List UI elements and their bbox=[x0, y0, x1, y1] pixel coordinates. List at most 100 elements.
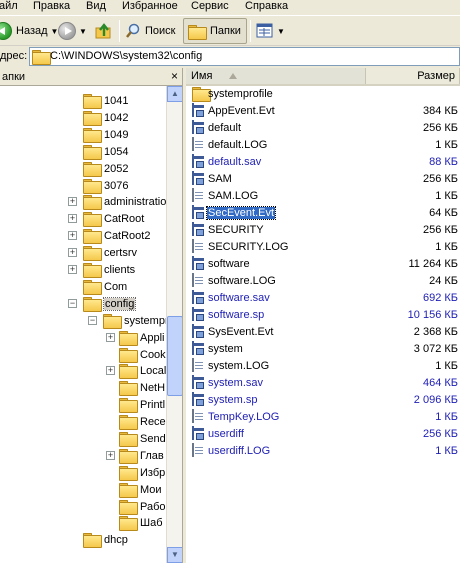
file-row[interactable]: userdiff 256 КБ bbox=[186, 426, 460, 443]
menu-file[interactable]: айл bbox=[0, 0, 18, 14]
file-row[interactable]: default.LOG 1 КБ bbox=[186, 137, 460, 154]
file-row[interactable]: SECURITY 256 КБ bbox=[186, 222, 460, 239]
folder-tree-item[interactable]: Com bbox=[83, 278, 127, 295]
file-row[interactable]: system.LOG 1 КБ bbox=[186, 358, 460, 375]
folder-tree-item[interactable]: Избр bbox=[119, 464, 165, 481]
chevron-down-icon[interactable]: ▼ bbox=[277, 27, 285, 36]
address-label: дрес: bbox=[0, 50, 28, 62]
document-icon bbox=[192, 188, 194, 202]
file-row[interactable]: default.sav 88 КБ bbox=[186, 154, 460, 171]
file-row[interactable]: software 11 264 КБ bbox=[186, 256, 460, 273]
file-row[interactable]: systemprofile bbox=[186, 86, 460, 103]
vertical-scrollbar[interactable]: ▲ ▼ bbox=[166, 86, 183, 563]
scrollbar-thumb[interactable] bbox=[167, 316, 183, 396]
expand-icon[interactable]: + bbox=[68, 231, 77, 240]
file-row[interactable]: default 256 КБ bbox=[186, 120, 460, 137]
folder-tree-item[interactable]: Send bbox=[119, 430, 166, 447]
folder-tree-item[interactable]: Глав bbox=[119, 447, 164, 464]
expand-icon[interactable]: + bbox=[68, 197, 77, 206]
folder-tree-item-label: clients bbox=[104, 263, 136, 276]
folder-tree-item[interactable]: NetH bbox=[119, 379, 165, 396]
file-row[interactable]: system 3 072 КБ bbox=[186, 341, 460, 358]
folder-tree-item[interactable]: 1049 bbox=[83, 126, 128, 143]
file-size: 692 КБ bbox=[422, 292, 458, 304]
folder-tree-item[interactable]: Cook bbox=[119, 346, 166, 363]
menu-tools[interactable]: Сервис bbox=[191, 0, 229, 14]
close-icon[interactable]: × bbox=[171, 70, 178, 82]
collapse-icon[interactable]: − bbox=[68, 299, 77, 308]
document-icon bbox=[192, 137, 194, 151]
folder-tree-item[interactable]: systempr bbox=[103, 312, 169, 329]
views-button[interactable]: ▼ bbox=[256, 18, 285, 44]
expand-icon[interactable]: + bbox=[106, 366, 115, 375]
file-row[interactable]: SecEvent.Evt 64 КБ bbox=[186, 205, 460, 222]
menu-bar: айл Правка Вид Избранное Сервис Справка bbox=[0, 0, 460, 14]
folder-tree-item[interactable]: config bbox=[83, 295, 137, 312]
folder-tree-item[interactable]: 3076 bbox=[83, 177, 128, 194]
file-row[interactable]: software.sav 692 КБ bbox=[186, 290, 460, 307]
view-mode-icon bbox=[256, 23, 273, 38]
folder-tree-item[interactable]: 1054 bbox=[83, 143, 128, 160]
folder-tree-item[interactable]: Printl bbox=[119, 396, 165, 413]
menu-favorites[interactable]: Избранное bbox=[122, 0, 178, 14]
up-folder-button[interactable] bbox=[95, 18, 113, 44]
folder-tree-item[interactable]: administratio bbox=[83, 193, 166, 210]
address-bar: дрес: C:\WINDOWS\system32\config bbox=[0, 45, 460, 67]
folder-tree-item[interactable]: Шаб bbox=[119, 514, 163, 531]
chevron-down-icon[interactable]: ▼ bbox=[79, 27, 87, 36]
file-row[interactable]: userdiff.LOG 1 КБ bbox=[186, 443, 460, 460]
folders-tree-panel: апки × 1041 1042 1049 1054 2052 3076 + administ… bbox=[0, 68, 183, 563]
folder-tree-item[interactable]: 1042 bbox=[83, 109, 128, 126]
folder-tree-item[interactable]: 2052 bbox=[83, 160, 128, 177]
folder-tree-item[interactable]: Мои bbox=[119, 481, 162, 498]
file-row[interactable]: SECURITY.LOG 1 КБ bbox=[186, 239, 460, 256]
scroll-down-arrow-icon[interactable]: ▼ bbox=[167, 547, 183, 563]
folder-tree-item[interactable]: Appli bbox=[119, 329, 164, 346]
expand-icon[interactable]: + bbox=[68, 265, 77, 274]
expand-icon[interactable]: + bbox=[106, 451, 115, 460]
file-row[interactable]: SAM.LOG 1 КБ bbox=[186, 188, 460, 205]
menu-view[interactable]: Вид bbox=[86, 0, 106, 14]
search-button[interactable]: Поиск bbox=[125, 18, 175, 44]
folder-tree-item[interactable]: CatRoot bbox=[83, 210, 144, 227]
folders-button[interactable]: Папки bbox=[183, 18, 247, 44]
column-header-size[interactable]: Размер bbox=[366, 68, 460, 84]
file-row[interactable]: software.sp 10 156 КБ bbox=[186, 307, 460, 324]
folders-label: Папки bbox=[210, 25, 241, 37]
file-name: systemprofile bbox=[208, 88, 273, 100]
expand-icon[interactable]: + bbox=[106, 333, 115, 342]
file-name: SecEvent.Evt bbox=[205, 206, 277, 220]
file-row[interactable]: SysEvent.Evt 2 368 КБ bbox=[186, 324, 460, 341]
menu-help[interactable]: Справка bbox=[245, 0, 288, 14]
file-name: userdiff bbox=[208, 428, 244, 440]
folder-tree-item[interactable]: Local bbox=[119, 362, 166, 379]
column-header-name[interactable]: Имя bbox=[186, 68, 366, 84]
file-row[interactable]: system.sav 464 КБ bbox=[186, 375, 460, 392]
folder-tree-item[interactable]: certsrv bbox=[83, 244, 137, 261]
menu-edit[interactable]: Правка bbox=[33, 0, 70, 14]
file-name: system bbox=[208, 343, 243, 355]
folder-tree-item[interactable]: dhcp bbox=[83, 531, 128, 548]
folder-icon bbox=[119, 449, 138, 464]
collapse-icon[interactable]: − bbox=[88, 316, 97, 325]
file-row[interactable]: system.sp 2 096 КБ bbox=[186, 392, 460, 409]
address-input[interactable]: C:\WINDOWS\system32\config bbox=[29, 47, 460, 66]
folder-tree-item[interactable]: clients bbox=[83, 261, 135, 278]
file-row[interactable]: AppEvent.Evt 384 КБ bbox=[186, 103, 460, 120]
expand-icon[interactable]: + bbox=[68, 248, 77, 257]
scroll-up-arrow-icon[interactable]: ▲ bbox=[167, 86, 183, 102]
file-row[interactable]: TempKey.LOG 1 КБ bbox=[186, 409, 460, 426]
file-name: SECURITY.LOG bbox=[208, 241, 289, 253]
folder-tree-item[interactable]: 1041 bbox=[83, 92, 128, 109]
folder-tree-item[interactable]: Рабо bbox=[119, 498, 166, 515]
forward-button[interactable]: ▼ bbox=[58, 18, 87, 44]
file-row[interactable]: SAM 256 КБ bbox=[186, 171, 460, 188]
folder-tree-item[interactable]: Rece bbox=[119, 413, 166, 430]
system-file-icon bbox=[192, 222, 194, 236]
column-name-label: Имя bbox=[191, 70, 213, 82]
system-file-icon bbox=[192, 324, 194, 338]
folder-tree-item[interactable]: CatRoot2 bbox=[83, 227, 150, 244]
file-row[interactable]: software.LOG 24 КБ bbox=[186, 273, 460, 290]
back-button[interactable]: Назад ▼ bbox=[0, 18, 58, 44]
expand-icon[interactable]: + bbox=[68, 214, 77, 223]
